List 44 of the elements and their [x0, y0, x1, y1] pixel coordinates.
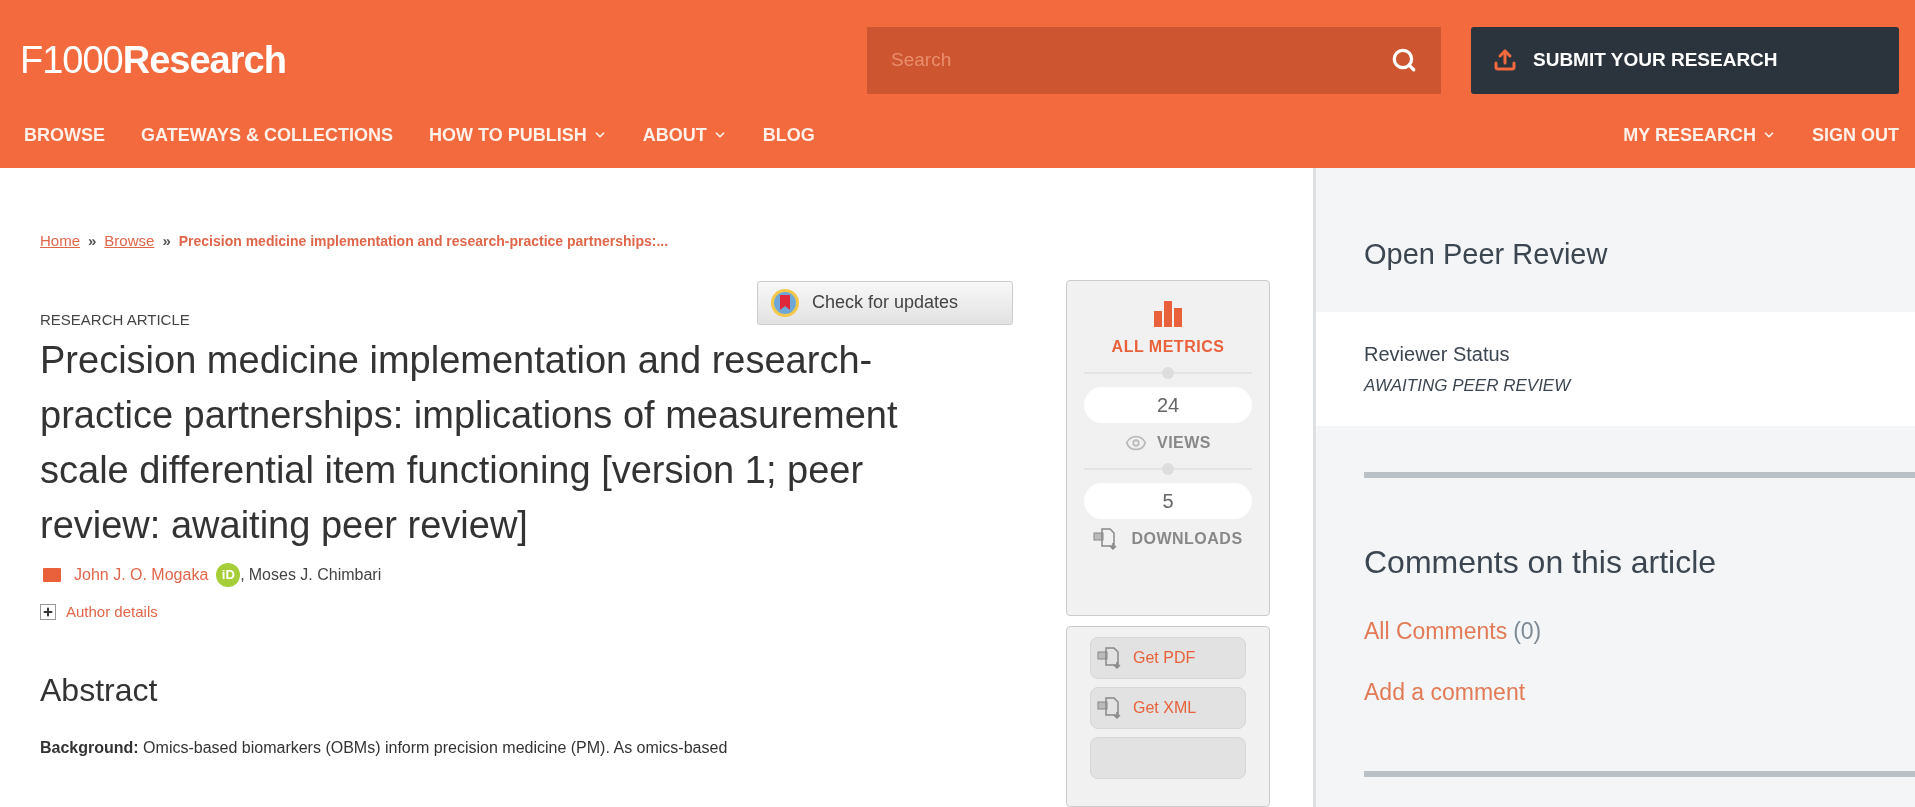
breadcrumb-link[interactable]: Home [40, 230, 80, 253]
metric-label: VIEWS [1156, 433, 1212, 453]
bookmark-badge-icon [770, 287, 800, 318]
reviewer-status-value: AWAITING PEER REVIEW [1364, 375, 1573, 398]
add-comment-link[interactable]: Add a comment [1316, 674, 1915, 709]
author-separator: , [240, 565, 245, 585]
metric-label: DOWNLOADS [1131, 529, 1243, 549]
all-comments-link[interactable]: All Comments [1364, 614, 1508, 649]
comments-heading: Comments on this article [1363, 543, 1718, 582]
all-metrics-link[interactable]: ALL METRICS [1111, 335, 1225, 359]
article-type: RESEARCH ARTICLE [40, 309, 191, 330]
abstract-text: Background: Omics-based biomarkers (OBMs) inform precision medicine (PM). As omics-based [40, 737, 729, 758]
bar-chart-icon [1154, 301, 1182, 327]
nav-link[interactable]: BROWSE [24, 121, 105, 149]
article-title: Precision medicine implementation and research-practice partnerships: implications of measurement scale differential item functioning [version 1; peer review: awaiting peer review] [40, 338, 899, 548]
nav-link[interactable]: HOW TO PUBLISH [429, 121, 607, 149]
upload-icon [1493, 48, 1517, 72]
search-icon[interactable] [1391, 46, 1417, 73]
search-field[interactable]: Search [867, 26, 1441, 94]
peer-review-heading: Open Peer Review [1364, 237, 1608, 273]
metric-count: 5 [1084, 483, 1252, 519]
nav-link[interactable]: MY RESEARCH [1623, 121, 1776, 149]
abstract-heading: Abstract [40, 670, 159, 710]
expand-icon[interactable] [40, 604, 56, 621]
author-name: Moses J. Chimbari [248, 565, 382, 585]
orcid-badge[interactable]: iD [216, 563, 241, 587]
nav-link[interactable]: SIGN OUT [1812, 121, 1899, 149]
nav-link[interactable]: BLOG [762, 121, 815, 149]
logo[interactable]: F1000Research [20, 31, 286, 89]
check-updates-button[interactable]: Check for updates [757, 280, 1013, 325]
comment-count: (0) [1513, 617, 1542, 646]
breadcrumb-current: Precision medicine implementation and research-practice partnerships:... [178, 231, 669, 251]
breadcrumb-link[interactable]: Browse [104, 230, 155, 253]
nav-link[interactable]: GATEWAYS & COLLECTIONS [141, 121, 394, 149]
reviewer-status-label: Reviewer Status [1364, 342, 1511, 368]
author-details-link[interactable]: Author details [66, 601, 158, 624]
metric-count: 24 [1084, 387, 1252, 423]
download-button[interactable]: Get XML [1090, 686, 1246, 729]
breadcrumb-separator: » [162, 231, 171, 251]
breadcrumb-separator: » [88, 231, 97, 251]
nav-link[interactable]: ABOUT [642, 121, 727, 149]
author-link[interactable]: John J. O. Mogaka [74, 563, 209, 587]
submit-research-button[interactable]: SUBMIT YOUR RESEARCH [1471, 26, 1899, 94]
download-button[interactable]: Get PDF [1090, 636, 1246, 679]
